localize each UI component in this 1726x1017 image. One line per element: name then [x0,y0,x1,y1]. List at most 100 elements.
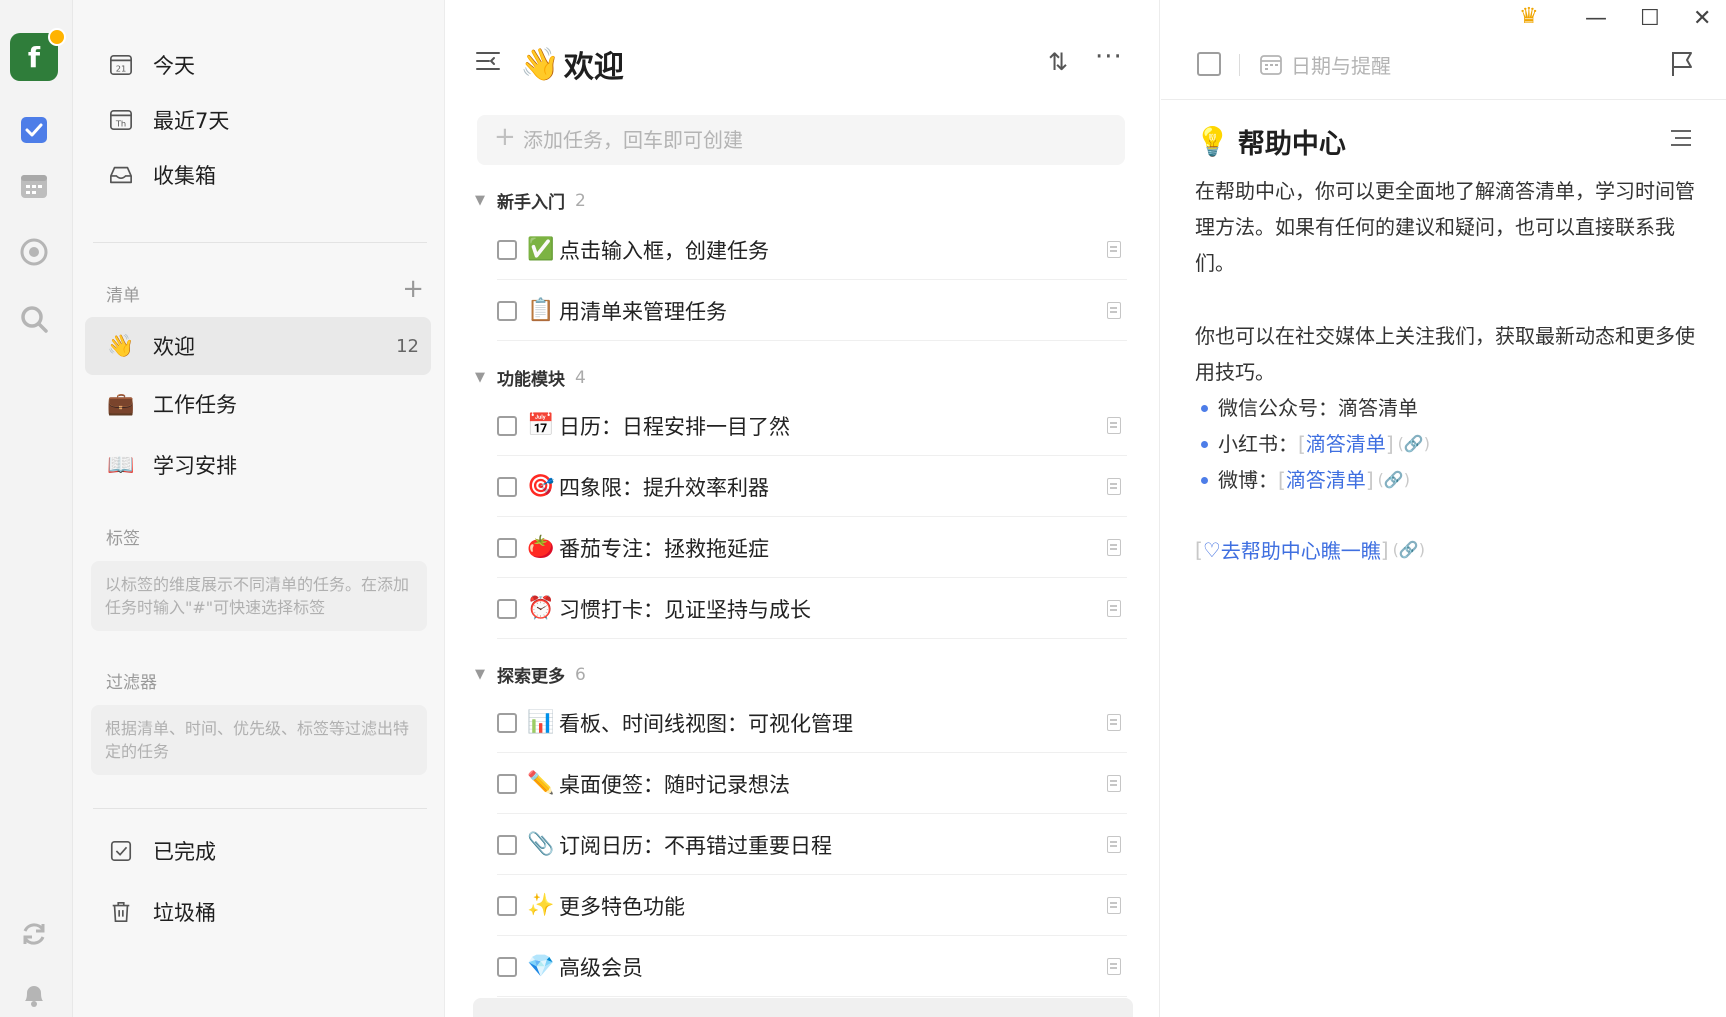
task-row[interactable]: 🎯 四象限：提升效率利器 [497,457,1127,517]
task-row[interactable]: ✨ 更多特色功能 [497,876,1127,936]
group-header[interactable]: ▼ 探索更多 6 [475,662,586,688]
task-checkbox[interactable] [497,476,517,497]
sidebar-item-study[interactable]: 📖 学习安排 [85,439,431,491]
sidebar-item-trash[interactable]: 垃圾桶 [85,886,431,938]
briefcase-icon: 💼 [107,391,135,417]
task-checkbox[interactable] [497,598,517,619]
bracket: [ [1195,537,1203,562]
task-title: 点击输入框，创建任务 [559,238,769,263]
list-title: 👋 欢迎 [520,42,624,86]
calendar-icon[interactable] [17,169,51,203]
note-icon [1107,241,1121,258]
heart-icon: ♡ [1202,537,1221,562]
note-icon [1107,539,1121,556]
task-checkbox[interactable] [497,537,517,558]
selected-task-row[interactable] [473,998,1133,1017]
detail-toolbar: 日期与提醒 [1161,0,1726,100]
link-icon[interactable]: (🔗) [1393,540,1425,559]
calendar-icon: 📅 [527,413,555,438]
task-title: 订阅日历：不再错过重要日程 [559,833,832,858]
note-icon [1107,836,1121,853]
add-list-button[interactable]: + [402,274,424,304]
alarm-clock-icon: ⏰ [527,596,555,621]
help-center-link[interactable]: [ ♡ 去帮助中心瞧一瞧 ] (🔗) [1195,535,1425,564]
book-icon: 📖 [107,452,135,478]
list-item: 微博： [滴答清单] (🔗) [1195,462,1695,498]
bell-icon[interactable] [17,977,51,1011]
task-row[interactable]: 💎 高级会员 [497,937,1127,997]
task-checkbox[interactable] [497,300,517,321]
date-reminder-button[interactable]: 日期与提醒 [1259,50,1391,79]
link-icon[interactable]: (🔗) [1378,462,1410,498]
task-checkbox[interactable] [497,712,517,733]
sync-icon[interactable] [17,917,51,951]
task-list-panel: 👋 欢迎 ⇅ ··· + ▼ 新手入门 2 ✅ 点击输入框，创建任务 📋 用清单… [445,0,1160,1017]
group-header[interactable]: ▼ 新手入门 2 [475,188,586,214]
group-count: 6 [575,664,586,685]
date-reminder-label: 日期与提醒 [1291,54,1391,78]
divider [93,242,427,243]
sidebar-item-completed[interactable]: 已完成 [85,825,431,877]
xiaohongshu-link[interactable]: 滴答清单 [1306,426,1386,462]
task-checkbox[interactable] [497,956,517,977]
detail-paragraph: 你也可以在社交媒体上关注我们，获取最新动态和更多使用技巧。 [1195,324,1695,384]
tasks-checkbox-icon[interactable] [17,113,51,147]
task-row[interactable]: ✅ 点击输入框，创建任务 [497,220,1127,280]
detail-checkbox[interactable] [1197,52,1221,76]
lists-section-label: 清单 [106,286,140,306]
group-header[interactable]: ▼ 功能模块 4 [475,365,586,391]
tags-section-label: 标签 [106,529,140,549]
bracket: [ [1298,432,1306,456]
svg-text:Th: Th [115,118,126,128]
flag-icon[interactable] [1669,50,1695,78]
tomato-icon: 🍅 [527,535,555,560]
focus-timer-icon[interactable] [17,235,51,269]
task-row[interactable]: 🍅 番茄专注：拯救拖延症 [497,518,1127,578]
outline-icon[interactable] [1669,128,1693,148]
paperclip-icon: 📎 [527,832,555,857]
inbox-icon [107,161,135,189]
task-checkbox[interactable] [497,415,517,436]
task-row[interactable]: ✏️ 桌面便签：随时记录想法 [497,754,1127,814]
clipboard-icon: 📋 [527,298,555,323]
sidebar-item-label: 收集箱 [153,164,216,188]
task-checkbox[interactable] [497,773,517,794]
calendar-th-icon: Th [107,106,135,134]
sidebar-item-inbox[interactable]: 收集箱 [85,149,431,201]
help-center-link-text[interactable]: 去帮助中心瞧一瞧 [1221,535,1381,564]
weibo-link[interactable]: 滴答清单 [1286,462,1366,498]
task-row[interactable]: ⏰ 习惯打卡：见证坚持与成长 [497,579,1127,639]
sort-icon[interactable]: ⇅ [1048,48,1068,76]
separator [1239,54,1240,76]
more-options-icon[interactable]: ··· [1095,42,1123,72]
task-title: 番茄专注：拯救拖延症 [559,536,769,561]
task-title: 高级会员 [559,955,643,980]
trash-icon [107,898,135,926]
group-name: 功能模块 [497,370,565,390]
task-checkbox[interactable] [497,895,517,916]
task-row[interactable]: 📎 订阅日历：不再错过重要日程 [497,815,1127,875]
group-name: 新手入门 [497,193,565,213]
bracket: ] [1380,537,1389,562]
sidebar-item-next7days[interactable]: Th 最近7天 [85,94,431,146]
menu-toggle-icon[interactable] [475,50,501,72]
sidebar-item-today[interactable]: 21 今天 [85,39,431,91]
note-icon [1107,302,1121,319]
task-checkbox[interactable] [497,239,517,260]
task-row[interactable]: 📋 用清单来管理任务 [497,281,1127,341]
sidebar-item-label: 学习安排 [153,454,237,478]
task-row[interactable]: 📅 日历：日程安排一目了然 [497,396,1127,456]
search-icon[interactable] [17,302,51,336]
bullet-icon [1201,476,1208,484]
link-icon[interactable]: (🔗) [1398,426,1430,462]
add-task-input[interactable] [477,115,1125,165]
task-title: 桌面便签：随时记录想法 [559,772,790,797]
task-title: 日历：日程安排一目了然 [559,414,790,439]
task-row[interactable]: 📊 看板、时间线视图：可视化管理 [497,693,1127,753]
note-icon [1107,417,1121,434]
detail-title[interactable]: 💡 帮助中心 [1195,122,1346,161]
sidebar-item-welcome[interactable]: 👋 欢迎 12 [85,317,431,375]
sidebar-item-work[interactable]: 💼 工作任务 [85,378,431,430]
task-checkbox[interactable] [497,834,517,855]
calendar-21-icon: 21 [107,51,135,79]
